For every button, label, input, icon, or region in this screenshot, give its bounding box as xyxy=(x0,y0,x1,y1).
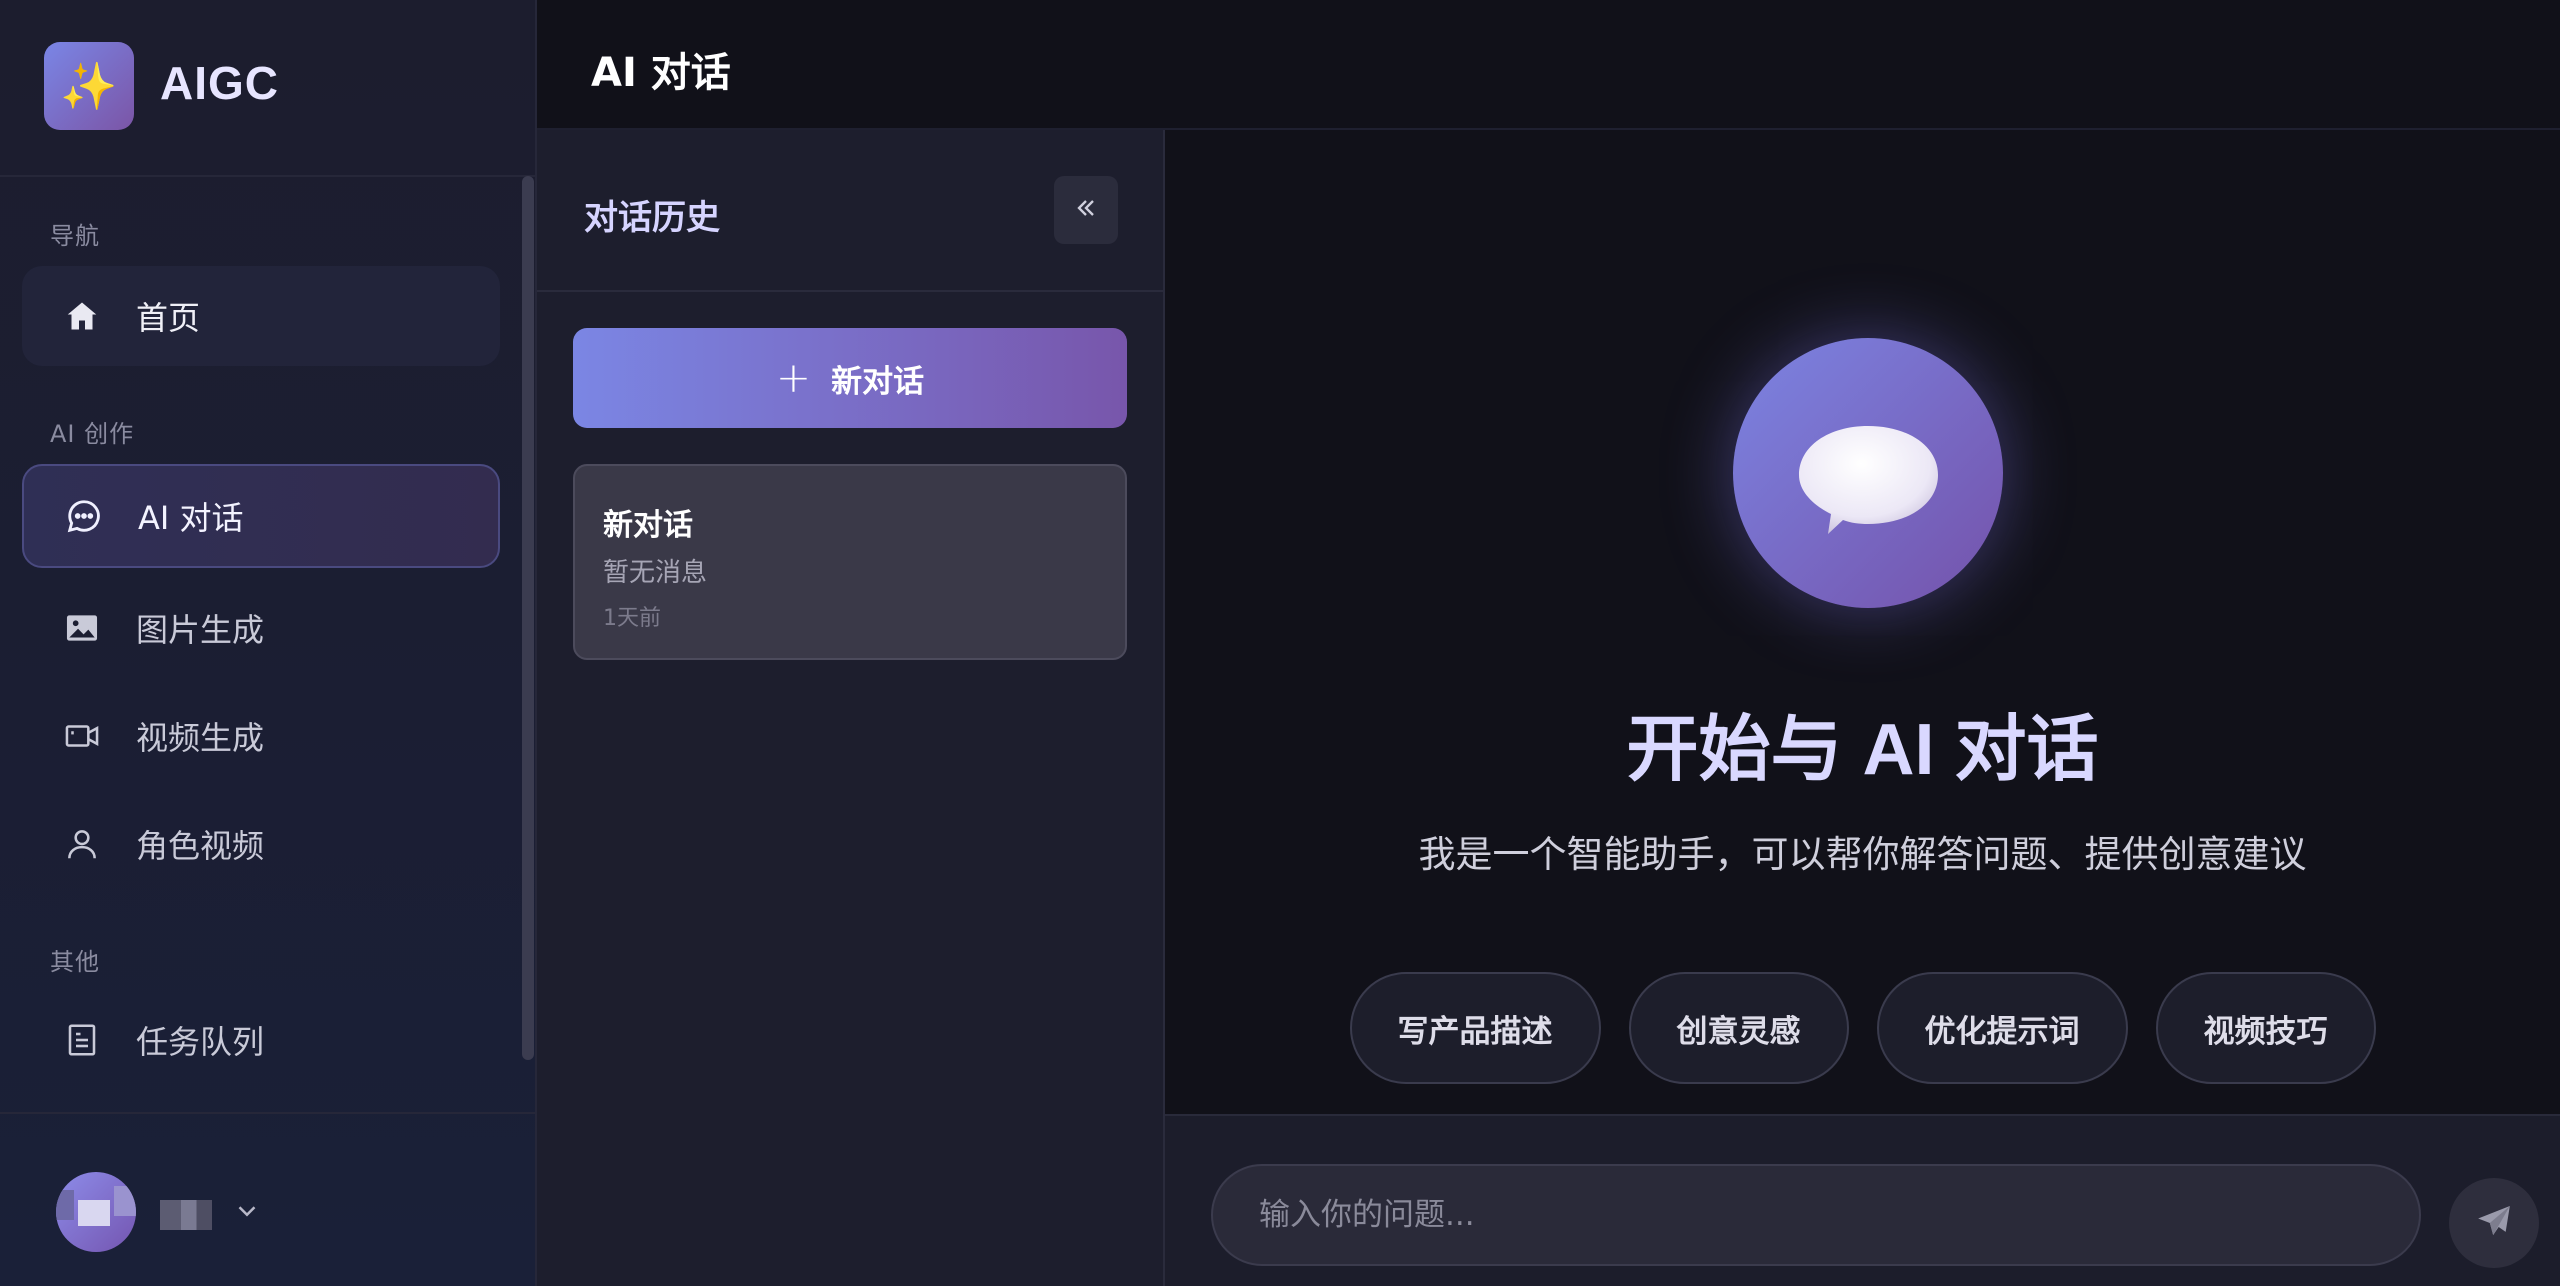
brand: ✨ AIGC xyxy=(0,0,535,177)
conversation-time: 1天前 xyxy=(603,606,661,631)
sidebar-item-label: 视频生成 xyxy=(136,719,265,757)
suggestion-chip[interactable]: 优化提示词 xyxy=(1876,972,2128,1084)
suggestion-chip[interactable]: 视频技巧 xyxy=(2155,972,2376,1084)
sidebar-item-label: 任务队列 xyxy=(136,1023,265,1061)
sidebar-item-ai-chat[interactable]: AI 对话 xyxy=(22,464,500,568)
section-label-other: 其他 xyxy=(50,948,100,976)
sidebar: ✨ AIGC 导航 首页 AI 创作 AI 对话 图片生成 视频生成 角色视频 … xyxy=(0,0,537,1286)
home-icon xyxy=(60,294,104,338)
user-menu[interactable] xyxy=(0,1112,535,1286)
suggestion-chip[interactable]: 创意灵感 xyxy=(1628,972,1849,1084)
suggestion-chips: 写产品描述 创意灵感 优化提示词 视频技巧 xyxy=(1165,972,2560,1084)
composer xyxy=(1165,1114,2560,1286)
chat-main: 开始与 AI 对话 我是一个智能助手，可以帮你解答问题、提供创意建议 写产品描述… xyxy=(1165,130,2560,1114)
double-chevron-left-icon xyxy=(1072,194,1100,226)
collapse-history-button[interactable] xyxy=(1054,176,1118,244)
chat-hero-icon xyxy=(1733,338,2003,608)
conversation-preview: 暂无消息 xyxy=(603,558,708,588)
section-label-ai-create: AI 创作 xyxy=(50,420,135,448)
user-icon xyxy=(60,822,104,866)
new-chat-label: 新对话 xyxy=(831,363,925,400)
section-label-nav: 导航 xyxy=(50,222,100,250)
conversation-title: 新对话 xyxy=(603,508,693,543)
history-panel: 对话历史 + 新对话 新对话 暂无消息 1天前 xyxy=(537,130,1165,1286)
sidebar-item-label: 角色视频 xyxy=(136,827,265,865)
plus-icon: + xyxy=(775,353,812,402)
app-name: AIGC xyxy=(160,57,279,109)
conversation-item[interactable]: 新对话 暂无消息 1天前 xyxy=(573,464,1127,660)
chat-input[interactable] xyxy=(1211,1164,2421,1266)
avatar[interactable] xyxy=(56,1172,136,1252)
sidebar-item-task-queue[interactable]: 任务队列 xyxy=(22,990,500,1090)
send-button[interactable] xyxy=(2449,1178,2539,1268)
welcome-subtitle: 我是一个智能助手，可以帮你解答问题、提供创意建议 xyxy=(1418,833,2307,876)
sparkles-icon[interactable]: ✨ xyxy=(44,42,134,130)
sidebar-scrollbar[interactable] xyxy=(522,176,534,1060)
sidebar-item-label: AI 对话 xyxy=(138,499,244,537)
sidebar-item-video-gen[interactable]: 视频生成 xyxy=(22,686,500,786)
welcome-title: 开始与 AI 对话 xyxy=(1626,710,2099,790)
sidebar-item-image-gen[interactable]: 图片生成 xyxy=(22,578,500,678)
chat-bubble-icon xyxy=(62,494,106,538)
top-header: AI 对话 xyxy=(537,0,2560,130)
send-icon xyxy=(2474,1201,2514,1245)
image-icon xyxy=(60,606,104,650)
history-header: 对话历史 xyxy=(537,130,1163,292)
suggestion-chip[interactable]: 写产品描述 xyxy=(1349,972,1601,1084)
sidebar-item-character-video[interactable]: 角色视频 xyxy=(22,794,500,894)
history-title: 对话历史 xyxy=(584,198,720,238)
page-title: AI 对话 xyxy=(591,50,731,96)
new-chat-button[interactable]: + 新对话 xyxy=(573,328,1127,428)
sidebar-item-label: 首页 xyxy=(136,299,201,337)
video-camera-icon xyxy=(60,714,104,758)
document-list-icon xyxy=(60,1018,104,1062)
sidebar-item-label: 图片生成 xyxy=(136,611,265,649)
sidebar-item-home[interactable]: 首页 xyxy=(22,266,500,366)
chevron-down-icon[interactable] xyxy=(232,1196,262,1226)
username-redacted xyxy=(160,1200,212,1230)
